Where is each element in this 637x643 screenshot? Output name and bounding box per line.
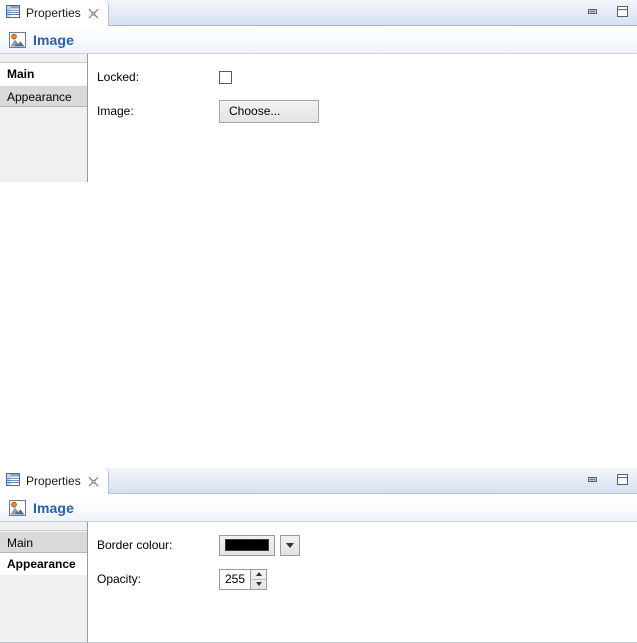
view-header: Image: [0, 26, 637, 54]
locked-checkbox[interactable]: [219, 70, 232, 84]
image-icon: [9, 499, 26, 516]
properties-table-icon: [6, 5, 20, 21]
side-tab-list: Main Appearance: [0, 54, 88, 182]
tab-properties[interactable]: Properties: [0, 0, 109, 26]
minimize-icon[interactable]: [586, 474, 599, 488]
view-tabbar: Properties: [0, 468, 637, 494]
sidebar-item-main[interactable]: Main: [0, 531, 87, 553]
spinner-increment-button[interactable]: [251, 570, 266, 580]
form-area: Locked: Image: Choose...: [88, 54, 637, 182]
side-tab-filler: [0, 575, 87, 642]
properties-table-icon: [6, 473, 20, 489]
sidebar-item-appearance[interactable]: Appearance: [0, 85, 87, 107]
close-icon[interactable]: [87, 7, 100, 20]
maximize-icon[interactable]: [616, 473, 629, 489]
border-colour-label: Border colour:: [97, 538, 173, 552]
chevron-up-icon: [255, 572, 262, 576]
view-header: Image: [0, 494, 637, 522]
properties-view-main: Properties Image Main Appearance Locked:…: [0, 0, 637, 182]
window-buttons: [586, 0, 629, 26]
minimize-icon[interactable]: [586, 6, 599, 20]
form-area: Border colour: Opacity: 255: [88, 522, 637, 643]
sidebar-item-appearance[interactable]: Appearance: [0, 553, 87, 575]
view-body: Main Appearance Locked: Image: Choose...: [0, 54, 637, 182]
view-body: Main Appearance Border colour: Opacity: …: [0, 522, 637, 643]
border-colour-dropdown-button[interactable]: [280, 534, 300, 556]
spinner-decrement-button[interactable]: [251, 580, 266, 589]
side-tab-list: Main Appearance: [0, 522, 88, 643]
field-border-colour: Border colour:: [97, 534, 637, 556]
field-locked: Locked:: [97, 66, 637, 88]
colour-swatch: [225, 539, 269, 551]
border-colour-swatch-button[interactable]: [219, 534, 275, 556]
field-image: Image: Choose...: [97, 99, 637, 123]
tab-properties[interactable]: Properties: [0, 468, 109, 494]
opacity-label: Opacity:: [97, 572, 142, 586]
opacity-value[interactable]: 255: [220, 569, 250, 589]
side-tab-filler: [0, 107, 87, 181]
field-opacity: Opacity: 255: [97, 568, 637, 590]
spinner-arrows: [250, 569, 266, 589]
locked-label: Locked:: [97, 70, 140, 84]
maximize-icon[interactable]: [616, 5, 629, 21]
image-icon: [9, 31, 26, 48]
close-icon[interactable]: [87, 475, 100, 488]
window-buttons: [586, 468, 629, 494]
image-label: Image:: [97, 104, 134, 118]
view-tabbar: Properties: [0, 0, 637, 26]
sidebar-item-main[interactable]: Main: [0, 63, 87, 85]
tab-label: Properties: [26, 474, 81, 488]
opacity-spinner[interactable]: 255: [219, 568, 267, 590]
properties-view-appearance: Properties Image Main Appearance Border …: [0, 468, 637, 643]
page-title: Image: [33, 31, 74, 48]
chevron-down-icon: [255, 582, 262, 586]
tab-label: Properties: [26, 6, 81, 20]
choose-image-button[interactable]: Choose...: [219, 99, 319, 123]
chevron-down-icon: [286, 542, 294, 548]
page-title: Image: [33, 499, 74, 516]
